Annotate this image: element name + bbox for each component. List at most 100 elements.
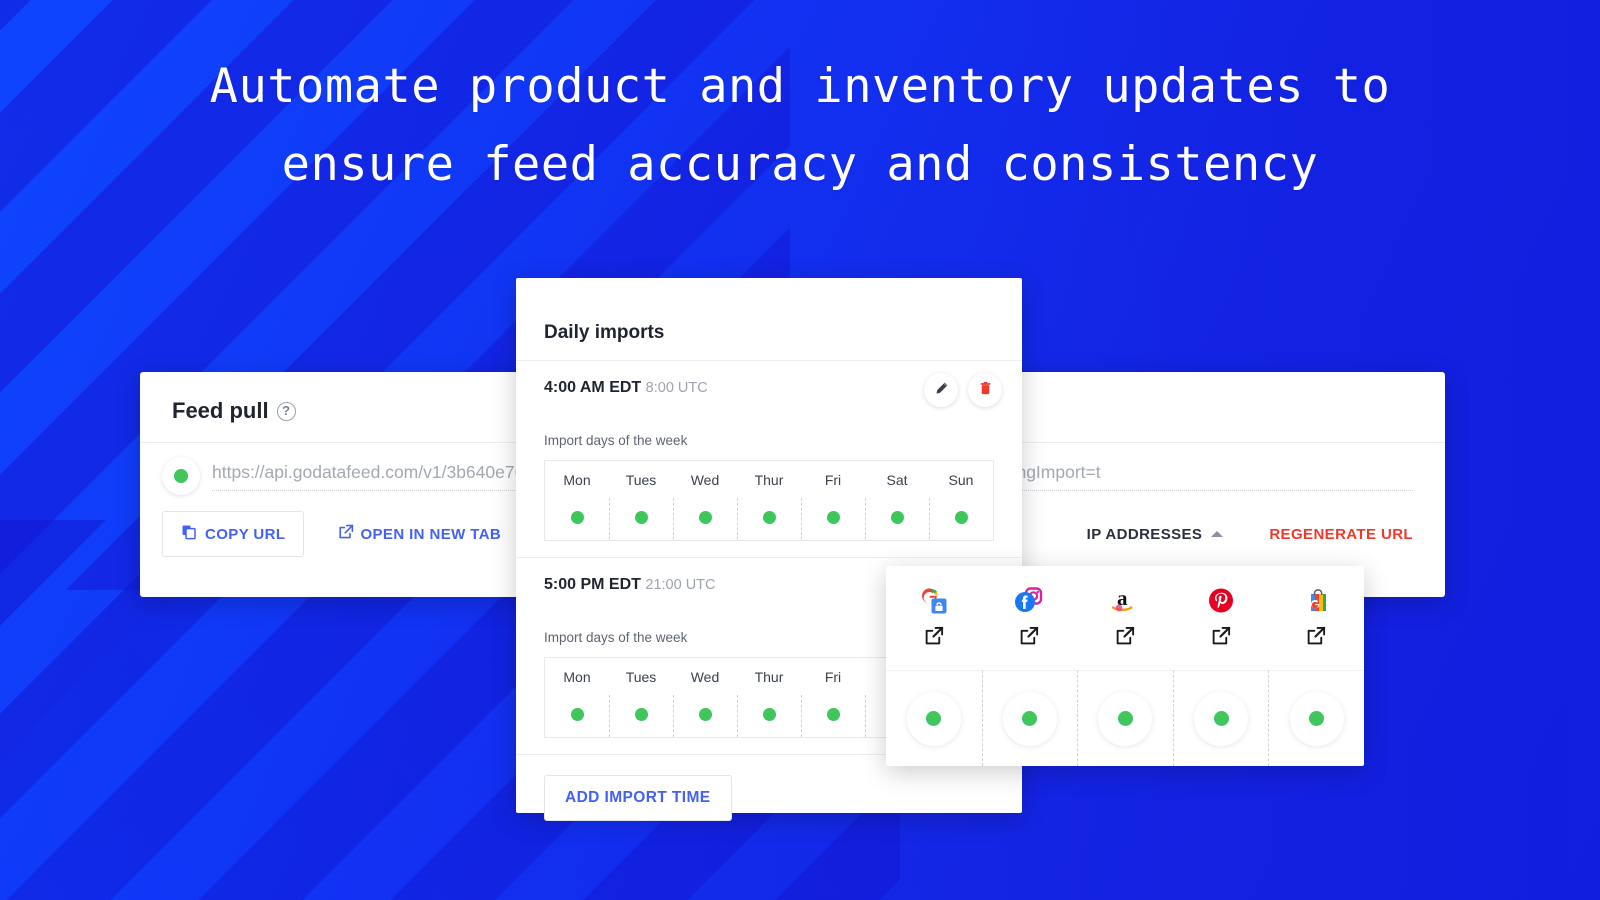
day-column[interactable]: Fri <box>801 461 865 540</box>
day-toggle[interactable] <box>737 695 801 737</box>
day-column[interactable]: Thur <box>737 461 801 540</box>
day-active-dot-icon <box>763 708 776 721</box>
status-dot-icon <box>1022 711 1038 726</box>
day-active-dot-icon <box>570 708 584 721</box>
day-label: Sun <box>948 472 974 488</box>
channel-status <box>981 670 1078 766</box>
day-column[interactable]: Sun <box>929 461 993 540</box>
daily-imports-title: Daily imports <box>544 322 665 343</box>
channel-column-facebook[interactable] <box>981 566 1078 766</box>
day-label: Tues <box>625 669 657 685</box>
day-toggle[interactable] <box>545 498 609 540</box>
status-badge <box>1002 691 1057 746</box>
day-toggle[interactable] <box>801 498 865 540</box>
channel-column-shopping-bag[interactable] <box>1268 566 1364 766</box>
day-active-dot-icon <box>635 708 648 721</box>
day-column[interactable]: Tues <box>609 461 673 540</box>
day-toggle[interactable] <box>609 498 673 540</box>
day-column[interactable]: Thur <box>737 658 801 737</box>
day-toggle[interactable] <box>737 498 801 540</box>
status-dot-icon <box>1117 711 1133 726</box>
day-toggle[interactable] <box>801 695 865 737</box>
delete-import-slot-button[interactable] <box>968 373 1002 407</box>
day-toggle[interactable] <box>673 498 737 540</box>
status-dot-icon <box>926 711 942 726</box>
caret-up-icon <box>1211 531 1224 537</box>
external-link-icon[interactable] <box>1211 626 1231 651</box>
channel-status <box>886 670 982 766</box>
day-label: Sat <box>886 472 908 488</box>
regenerate-url-button[interactable]: REGENERATE URL <box>1269 526 1413 543</box>
day-column[interactable]: Mon <box>545 658 609 737</box>
day-column[interactable]: Tues <box>609 658 673 737</box>
day-active-dot-icon <box>827 511 840 524</box>
day-column[interactable]: Wed <box>673 658 737 737</box>
status-badge <box>1289 691 1344 746</box>
external-link-icon[interactable] <box>924 626 944 651</box>
day-label: Mon <box>563 472 591 488</box>
regenerate-url-label: REGENERATE URL <box>1269 525 1413 543</box>
external-link-icon[interactable] <box>1019 626 1039 651</box>
import-slot: 4:00 AM EDT 8:00 UTC Import days of the … <box>516 361 1022 541</box>
copy-url-label: COPY URL <box>205 525 286 543</box>
day-label: Thur <box>754 472 784 488</box>
copy-url-button[interactable]: COPY URL <box>162 511 305 557</box>
trash-icon <box>978 381 993 399</box>
pinterest-icon <box>1206 584 1236 618</box>
question-circle-icon[interactable]: ? <box>276 401 296 421</box>
channel-status <box>1268 670 1364 766</box>
shopping-bag-icon <box>1301 584 1331 618</box>
day-active-dot-icon <box>955 511 968 524</box>
open-in-new-tab-button[interactable]: OPEN IN NEW TAB <box>338 524 501 544</box>
day-toggle[interactable] <box>545 695 609 737</box>
import-slot-utc-time: 21:00 UTC <box>645 577 716 593</box>
day-active-dot-icon <box>635 511 648 524</box>
add-import-time-button[interactable]: ADD IMPORT TIME <box>544 775 732 821</box>
day-toggle[interactable] <box>673 695 737 737</box>
day-toggle[interactable] <box>865 498 929 540</box>
import-slot-actions <box>924 373 1002 407</box>
status-badge <box>906 691 961 746</box>
copy-icon <box>181 524 197 544</box>
channels-card: a <box>886 566 1364 766</box>
day-label: Fri <box>824 472 842 488</box>
promo-banner: Automate product and inventory updates t… <box>0 0 1600 900</box>
day-label: Fri <box>824 669 842 685</box>
day-active-dot-icon <box>763 511 776 524</box>
import-slot-utc-time: 8:00 UTC <box>645 380 708 396</box>
channel-column-amazon[interactable]: a <box>1077 566 1173 766</box>
external-link-icon[interactable] <box>1306 626 1326 651</box>
channel-column-pinterest[interactable] <box>1172 566 1269 766</box>
day-label: Tues <box>625 472 657 488</box>
status-dot-icon <box>1309 711 1325 726</box>
day-label: Wed <box>690 669 720 685</box>
headline: Automate product and inventory updates t… <box>209 59 1391 192</box>
day-column[interactable]: Sat <box>865 461 929 540</box>
import-days-label: Import days of the week <box>544 433 688 448</box>
day-column[interactable]: Mon <box>545 461 609 540</box>
day-active-dot-icon <box>699 708 712 721</box>
status-badge <box>162 457 200 495</box>
external-link-icon[interactable] <box>1115 626 1135 651</box>
status-badge <box>1194 691 1249 746</box>
import-slot-local-time: 5:00 PM EDT <box>544 576 641 593</box>
edit-import-slot-button[interactable] <box>924 373 958 407</box>
ip-addresses-button[interactable]: IP ADDRESSES <box>1087 526 1224 543</box>
day-column[interactable]: Wed <box>673 461 737 540</box>
channel-status <box>1077 670 1173 766</box>
day-active-dot-icon <box>827 708 840 721</box>
external-link-icon <box>338 524 354 544</box>
channel-column-google-shopping[interactable] <box>886 566 982 766</box>
channel-status <box>1172 670 1269 766</box>
google-shopping-icon <box>919 584 949 618</box>
day-toggle[interactable] <box>609 695 673 737</box>
import-slot-local-time: 4:00 AM EDT <box>544 379 642 396</box>
day-label: Mon <box>563 669 591 685</box>
facebook-instagram-icon <box>1014 584 1044 618</box>
status-dot-icon <box>174 469 188 483</box>
channels-grid: a <box>886 566 1364 766</box>
day-toggle[interactable] <box>929 498 993 540</box>
status-dot-icon <box>1213 711 1229 726</box>
day-column[interactable]: Fri <box>801 658 865 737</box>
amazon-icon: a <box>1108 584 1142 618</box>
